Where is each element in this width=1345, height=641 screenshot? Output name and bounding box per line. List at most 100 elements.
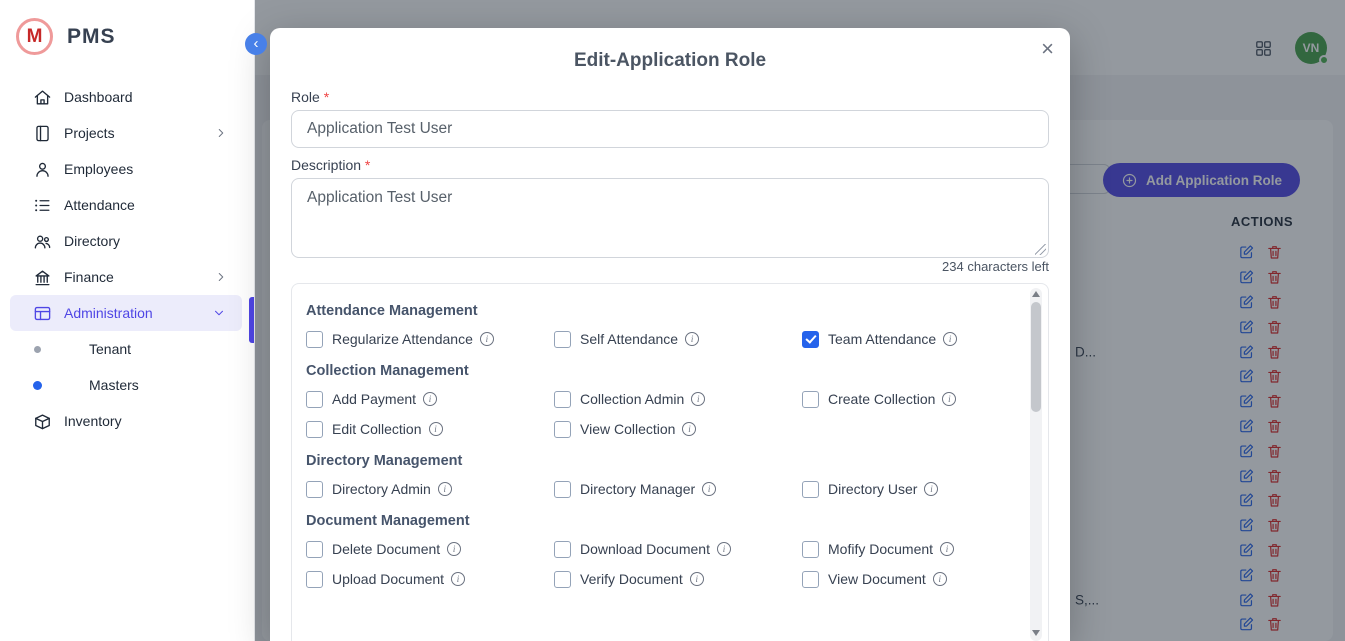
bullet-icon (34, 346, 41, 353)
sidebar-item-employees[interactable]: Employees (0, 151, 254, 187)
checkbox[interactable] (802, 481, 819, 498)
sidebar-item-label: Projects (64, 125, 115, 141)
permission-self-attendance[interactable]: Self Attendancei (554, 324, 802, 354)
checkbox[interactable] (554, 331, 571, 348)
permission-mofify-document[interactable]: Mofify Document i (802, 534, 1018, 564)
info-icon[interactable]: i (423, 392, 437, 406)
checkbox[interactable] (306, 391, 323, 408)
info-icon[interactable]: i (690, 572, 704, 586)
info-icon[interactable]: i (691, 392, 705, 406)
info-icon[interactable]: i (924, 482, 938, 496)
inventory-icon (33, 412, 52, 431)
permission-create-collection[interactable]: Create Collectioni (802, 384, 1018, 414)
checkbox[interactable] (802, 571, 819, 588)
info-icon[interactable]: i (933, 572, 947, 586)
resize-grip-icon[interactable] (1035, 244, 1046, 255)
permission-directory-manager[interactable]: Directory Manageri (554, 474, 802, 504)
info-icon[interactable]: i (942, 392, 956, 406)
sidebar-item-dashboard[interactable]: Dashboard (0, 79, 254, 115)
checkbox[interactable] (554, 391, 571, 408)
permission-delete-document[interactable]: Delete Documenti (306, 534, 554, 564)
checkbox[interactable] (306, 541, 323, 558)
permission-label: Mofify Document (828, 541, 933, 557)
sidebar-nav: Dashboard Projects Employees Attendance Dire… (0, 71, 254, 439)
sidebar-item-inventory[interactable]: Inventory (0, 403, 254, 439)
checkbox[interactable] (554, 541, 571, 558)
checkbox[interactable] (306, 421, 323, 438)
permission-download-document[interactable]: Download Documenti (554, 534, 802, 564)
permission-group-title: Attendance Management (306, 303, 1018, 319)
permission-view-collection[interactable]: View Collectioni (554, 414, 802, 444)
info-icon[interactable]: i (429, 422, 443, 436)
permission-team-attendance[interactable]: Team Attendance i (802, 324, 1018, 354)
info-icon[interactable]: i (447, 542, 461, 556)
checkbox[interactable] (554, 421, 571, 438)
permission-view-document[interactable]: View Documenti (802, 564, 1018, 594)
info-icon[interactable]: i (682, 422, 696, 436)
checkbox[interactable] (306, 331, 323, 348)
permission-group-title: Document Management (306, 513, 1018, 529)
checkbox[interactable] (306, 571, 323, 588)
sidebar-item-masters[interactable]: Masters (0, 367, 254, 403)
sidebar-item-tenant[interactable]: Tenant (0, 331, 254, 367)
sidebar-collapse-button[interactable]: ‹ (245, 33, 267, 55)
scroll-down-icon[interactable] (1032, 630, 1040, 636)
scroll-up-icon[interactable] (1032, 291, 1040, 297)
required-mark: * (365, 157, 370, 173)
chevron-right-icon (214, 126, 228, 140)
permissions-container: Attendance Management Regularize Attendan… (291, 283, 1049, 641)
checkbox[interactable] (802, 391, 819, 408)
logo-icon: M (16, 18, 53, 55)
sidebar-item-label: Masters (89, 377, 139, 393)
modal-title: Edit-Application Role (270, 50, 1070, 72)
sidebar-item-directory[interactable]: Directory (0, 223, 254, 259)
checkbox[interactable] (554, 481, 571, 498)
sidebar-item-label: Attendance (64, 197, 135, 213)
role-input[interactable]: Application Test User (291, 110, 1049, 148)
info-icon[interactable]: i (943, 332, 957, 346)
permission-edit-collection[interactable]: Edit Collectioni (306, 414, 554, 444)
sidebar-item-finance[interactable]: Finance (0, 259, 254, 295)
permission-group: Attendance Management Regularize Attendan… (306, 303, 1018, 354)
info-icon[interactable]: i (702, 482, 716, 496)
permission-group: Collection ManagementAdd PaymentiCollect… (306, 363, 1018, 444)
sidebar-item-projects[interactable]: Projects (0, 115, 254, 151)
sidebar-item-label: Inventory (64, 413, 122, 429)
permission-group-title: Directory Management (306, 453, 1018, 469)
attendance-icon (33, 196, 52, 215)
sidebar-item-label: Tenant (89, 341, 131, 357)
permission-label: Directory User (828, 481, 917, 497)
permission-add-payment[interactable]: Add Paymenti (306, 384, 554, 414)
permission-label: Collection Admin (580, 391, 684, 407)
permission-directory-admin[interactable]: Directory Admini (306, 474, 554, 504)
chevron-right-icon (214, 270, 228, 284)
description-input[interactable]: Application Test User (291, 178, 1049, 258)
permission-regularize-attendance[interactable]: Regularize Attendancei (306, 324, 554, 354)
role-label-text: Role (291, 89, 320, 105)
info-icon[interactable]: i (717, 542, 731, 556)
checkbox[interactable] (802, 541, 819, 558)
info-icon[interactable]: i (685, 332, 699, 346)
administration-icon (33, 304, 52, 323)
required-mark: * (324, 89, 329, 105)
info-icon[interactable]: i (940, 542, 954, 556)
sidebar-item-administration[interactable]: Administration (10, 295, 242, 331)
permission-label: Team Attendance (828, 331, 936, 347)
checkbox[interactable] (306, 481, 323, 498)
sidebar: M PMS DashboardProjectsEmployeesAttendan… (0, 0, 255, 641)
permission-directory-user[interactable]: Directory User i (802, 474, 1018, 504)
bullet-icon (33, 381, 42, 390)
checkbox[interactable] (802, 331, 819, 348)
checkbox[interactable] (554, 571, 571, 588)
permission-collection-admin[interactable]: Collection Admin i (554, 384, 802, 414)
scrollbar-thumb[interactable] (1031, 302, 1041, 412)
permission-upload-document[interactable]: Upload Document i (306, 564, 554, 594)
info-icon[interactable]: i (438, 482, 452, 496)
sidebar-item-attendance[interactable]: Attendance (0, 187, 254, 223)
permission-label: Upload Document (332, 571, 444, 587)
finance-icon (33, 268, 52, 287)
info-icon[interactable]: i (451, 572, 465, 586)
info-icon[interactable]: i (480, 332, 494, 346)
permission-verify-document[interactable]: Verify Documenti (554, 564, 802, 594)
scrollbar[interactable] (1030, 288, 1042, 641)
